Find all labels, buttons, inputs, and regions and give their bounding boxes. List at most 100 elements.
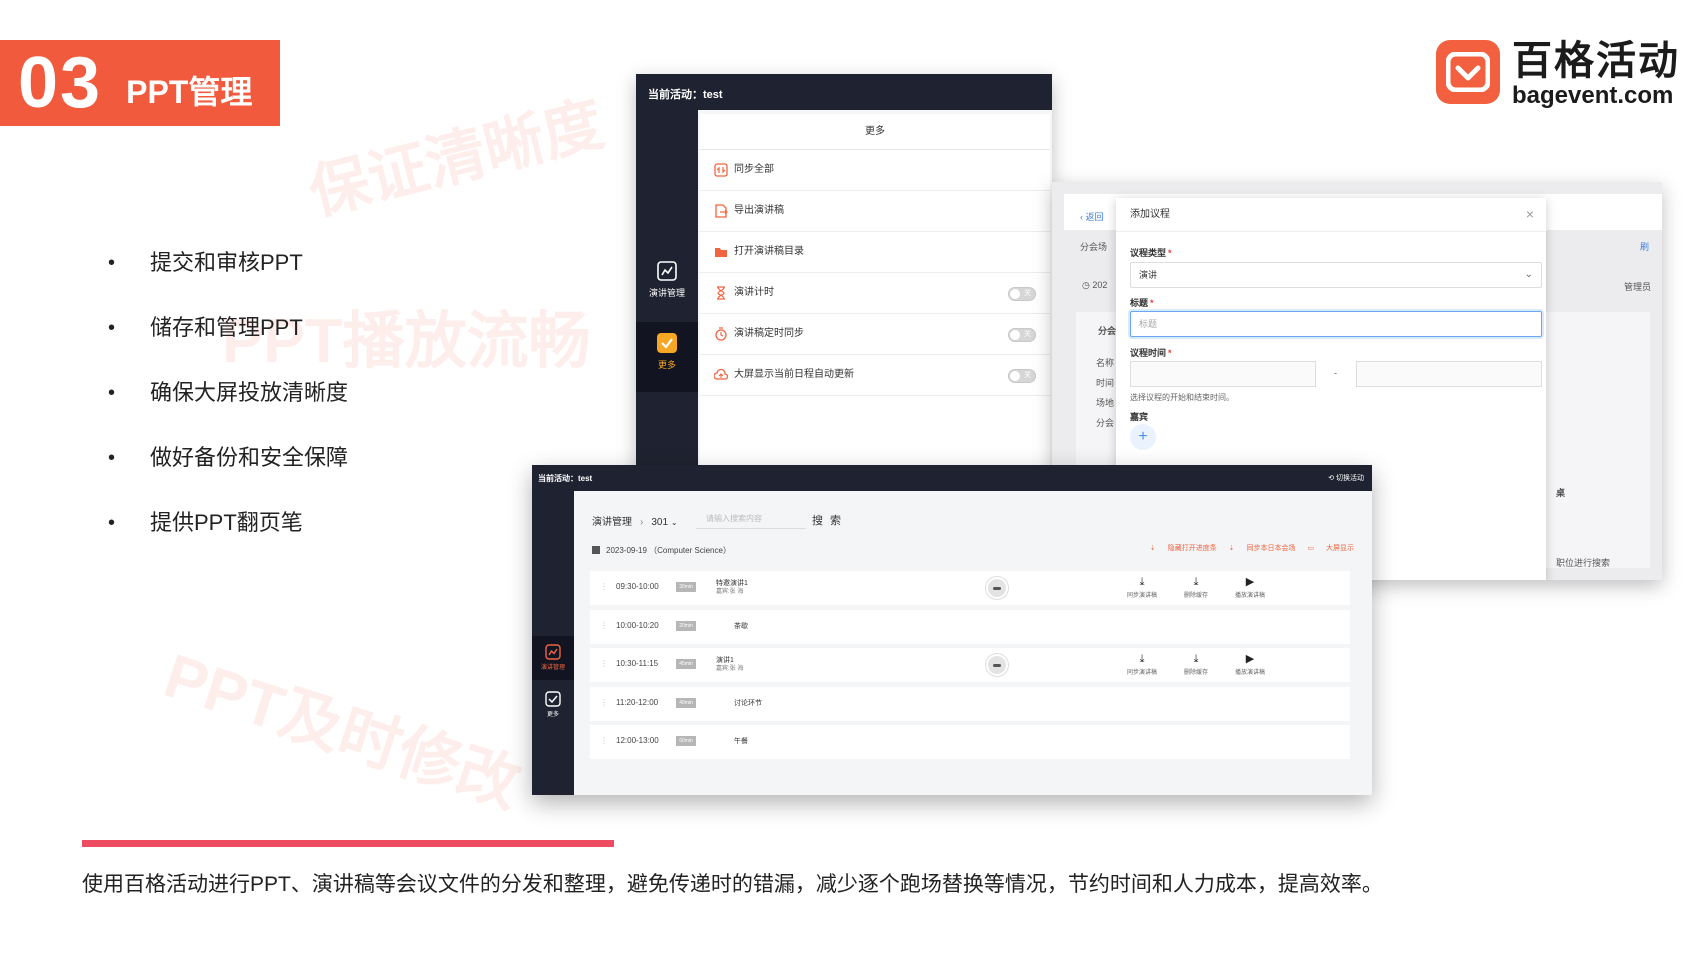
breadcrumb-root[interactable]: 演讲管理: [592, 517, 632, 528]
avatar: [986, 577, 1008, 599]
divider: [82, 840, 614, 847]
bg-name: 名称: [1096, 358, 1115, 368]
menu-item-open-folder[interactable]: 打开演讲稿目录: [700, 232, 1050, 273]
type-select[interactable]: 演讲 ⌄: [1130, 262, 1542, 288]
bg-date: ◷ 202: [1082, 280, 1108, 290]
clear-cache-button[interactable]: ⤓ 删除缓存: [1174, 652, 1218, 676]
checkbox-icon: [657, 333, 677, 353]
hide-progress-link[interactable]: ⇣ 隐藏打开进度条: [1150, 545, 1217, 552]
clear-cache-button[interactable]: ⤓ 删除缓存: [1174, 575, 1218, 599]
screenshot-speech-management: 当前活动：test ⟲ 切换活动 演讲管理 更多 演讲管理 › 301 ⌄ 请输入搜…: [532, 465, 1372, 795]
start-time-input[interactable]: [1130, 361, 1316, 387]
session-date: 2023-09-19 （Computer Science）: [592, 545, 731, 556]
folder-icon: [715, 248, 727, 257]
menu-item-export[interactable]: 导出演讲稿: [700, 191, 1050, 232]
sidebar-item-label: 演讲管理: [648, 288, 685, 298]
watermark-clarity: 保证清晰度: [302, 89, 610, 228]
room-select[interactable]: 301: [651, 517, 668, 528]
bg-time: 时间: [1096, 378, 1115, 388]
logo-mark-icon: [1436, 40, 1500, 104]
caption: 使用百格活动进行PPT、演讲稿等会议文件的分发和整理，避免传递时的错漏，减少逐个…: [82, 873, 1383, 896]
toggle-state: 关: [1024, 372, 1031, 379]
end-time-input[interactable]: [1356, 361, 1542, 387]
watermark-revise: PPT及时修改: [156, 641, 529, 821]
sync-speech-button[interactable]: ⤓ 同步演讲稿: [1120, 575, 1164, 599]
chart-icon: [657, 261, 677, 281]
play-speech-button[interactable]: ▶ 播放演讲稿: [1228, 652, 1272, 676]
feature-item: 提交和审核PPT: [108, 248, 348, 313]
sidebar-item-speech[interactable]: 演讲管理: [532, 636, 574, 680]
current-event-label: 当前活动：test: [538, 474, 593, 483]
chevron-down-icon: ⌄: [1524, 269, 1533, 280]
sidebar-item-more[interactable]: 更多: [636, 322, 698, 392]
row-duration: 20min: [676, 621, 696, 631]
dialog-title: 添加议程: [1116, 198, 1546, 232]
cloud-icon: [714, 368, 728, 380]
panel-header: 更多: [700, 114, 1050, 150]
row-name: 特邀演讲1 嘉宾:张 海: [716, 580, 748, 595]
row-speaker: 嘉宾:张 海: [716, 666, 744, 672]
row-time: 09:30-10:00: [616, 582, 659, 591]
download-icon: ⤓: [1139, 653, 1145, 665]
speech-timer-toggle[interactable]: 关: [1008, 287, 1036, 301]
row-name: 讨论环节: [734, 700, 762, 707]
add-guest-button[interactable]: +: [1130, 424, 1156, 450]
sync-speech-button[interactable]: ⤓ 同步演讲稿: [1120, 652, 1164, 676]
back-link[interactable]: ‹ 返回: [1080, 210, 1104, 223]
bg-refresh[interactable]: 刷: [1640, 240, 1649, 253]
bg-search-hint: 职位进行搜索: [1556, 558, 1611, 568]
row-speaker: 嘉宾:张 海: [716, 589, 744, 595]
play-speech-button[interactable]: ▶ 播放演讲稿: [1228, 575, 1272, 599]
download-icon: ⤓: [1193, 653, 1199, 665]
avatar: [986, 654, 1008, 676]
feature-item: 提供PPT翻页笔: [108, 508, 348, 573]
sidebar-item-more[interactable]: 更多: [532, 683, 574, 727]
switch-event-button[interactable]: ⟲ 切换活动: [1328, 473, 1364, 483]
drag-handle-icon[interactable]: ⋮: [600, 621, 608, 630]
menu-item-speech-timer[interactable]: 演讲计时 关: [700, 273, 1050, 314]
brand-logo: 百格活动 bagevent.com: [1436, 38, 1698, 112]
agenda-row[interactable]: ⋮ 10:30-11:15 45min 演讲1 嘉宾:张 海 ⤓ 同步演讲稿 ⤓ 删除…: [590, 648, 1350, 682]
row-name: 演讲1 嘉宾:张 海: [716, 657, 744, 672]
action-links: ⇣ 隐藏打开进度条 ⇣ 同步本日本会场 ▭ 大屏显示: [1140, 543, 1354, 553]
download-icon: ⤓: [1193, 576, 1199, 588]
sync-icon: [714, 163, 728, 177]
search-button[interactable]: 搜 索: [812, 512, 843, 528]
feature-list: 提交和审核PPT 储存和管理PPT 确保大屏投放清晰度 做好备份和安全保障 提供…: [108, 248, 348, 573]
hourglass-icon: [717, 286, 725, 300]
row-time: 10:00-10:20: [616, 621, 659, 630]
drag-handle-icon[interactable]: ⋮: [600, 582, 608, 591]
drag-handle-icon[interactable]: ⋮: [600, 659, 608, 668]
clock-icon: ◷: [1082, 280, 1090, 290]
big-screen-link[interactable]: ▭ 大屏显示: [1307, 545, 1354, 552]
current-event-label: 当前活动：test: [636, 74, 1052, 110]
menu-item-label: 导出演讲稿: [734, 205, 784, 216]
search-input[interactable]: 请输入搜索内容: [696, 509, 806, 529]
auto-update-toggle[interactable]: 关: [1008, 369, 1036, 383]
menu-item-label: 打开演讲稿目录: [734, 246, 804, 257]
type-label: 议程类型 *: [1130, 248, 1172, 258]
menu-item-timed-sync[interactable]: 演讲稿定时同步 关: [700, 314, 1050, 355]
drag-handle-icon[interactable]: ⋮: [600, 698, 608, 707]
row-time: 11:20-12:00: [616, 698, 659, 707]
sidebar-item-label: 更多: [657, 360, 676, 370]
agenda-row[interactable]: ⋮ 10:00-10:20 20min 茶歇: [590, 610, 1350, 644]
timed-sync-toggle[interactable]: 关: [1008, 328, 1036, 342]
close-icon[interactable]: ×: [1526, 206, 1534, 222]
section-number: 03: [18, 43, 103, 123]
play-icon: ▶: [1245, 576, 1255, 588]
agenda-row[interactable]: ⋮ 09:30-10:00 30min 特邀演讲1 嘉宾:张 海 ⤓ 同步演讲稿 ⤓…: [590, 571, 1350, 605]
menu-item-auto-update[interactable]: 大屏显示当前日程自动更新 关: [700, 355, 1050, 396]
title-input[interactable]: 标题: [1130, 311, 1542, 337]
agenda-row[interactable]: ⋮ 11:20-12:00 40min 讨论环节: [590, 687, 1350, 721]
menu-item-sync-all[interactable]: 同步全部: [700, 150, 1050, 191]
feature-item: 储存和管理PPT: [108, 313, 348, 378]
agenda-row[interactable]: ⋮ 12:00-13:00 60min 午餐: [590, 725, 1350, 759]
drag-handle-icon[interactable]: ⋮: [600, 736, 608, 745]
app-header: 当前活动：test ⟲ 切换活动: [532, 465, 1372, 491]
chart-icon: [545, 644, 561, 660]
screenshot-more-menu: 当前活动：test 演讲管理 更多 更多 同步全部 导出演讲稿 打开演讲稿目录 …: [636, 74, 1052, 494]
sidebar-item-speech[interactable]: 演讲管理: [636, 250, 698, 320]
bg-venue: 分会场: [1080, 242, 1108, 252]
sync-today-link[interactable]: ⇣ 同步本日本会场: [1229, 545, 1296, 552]
